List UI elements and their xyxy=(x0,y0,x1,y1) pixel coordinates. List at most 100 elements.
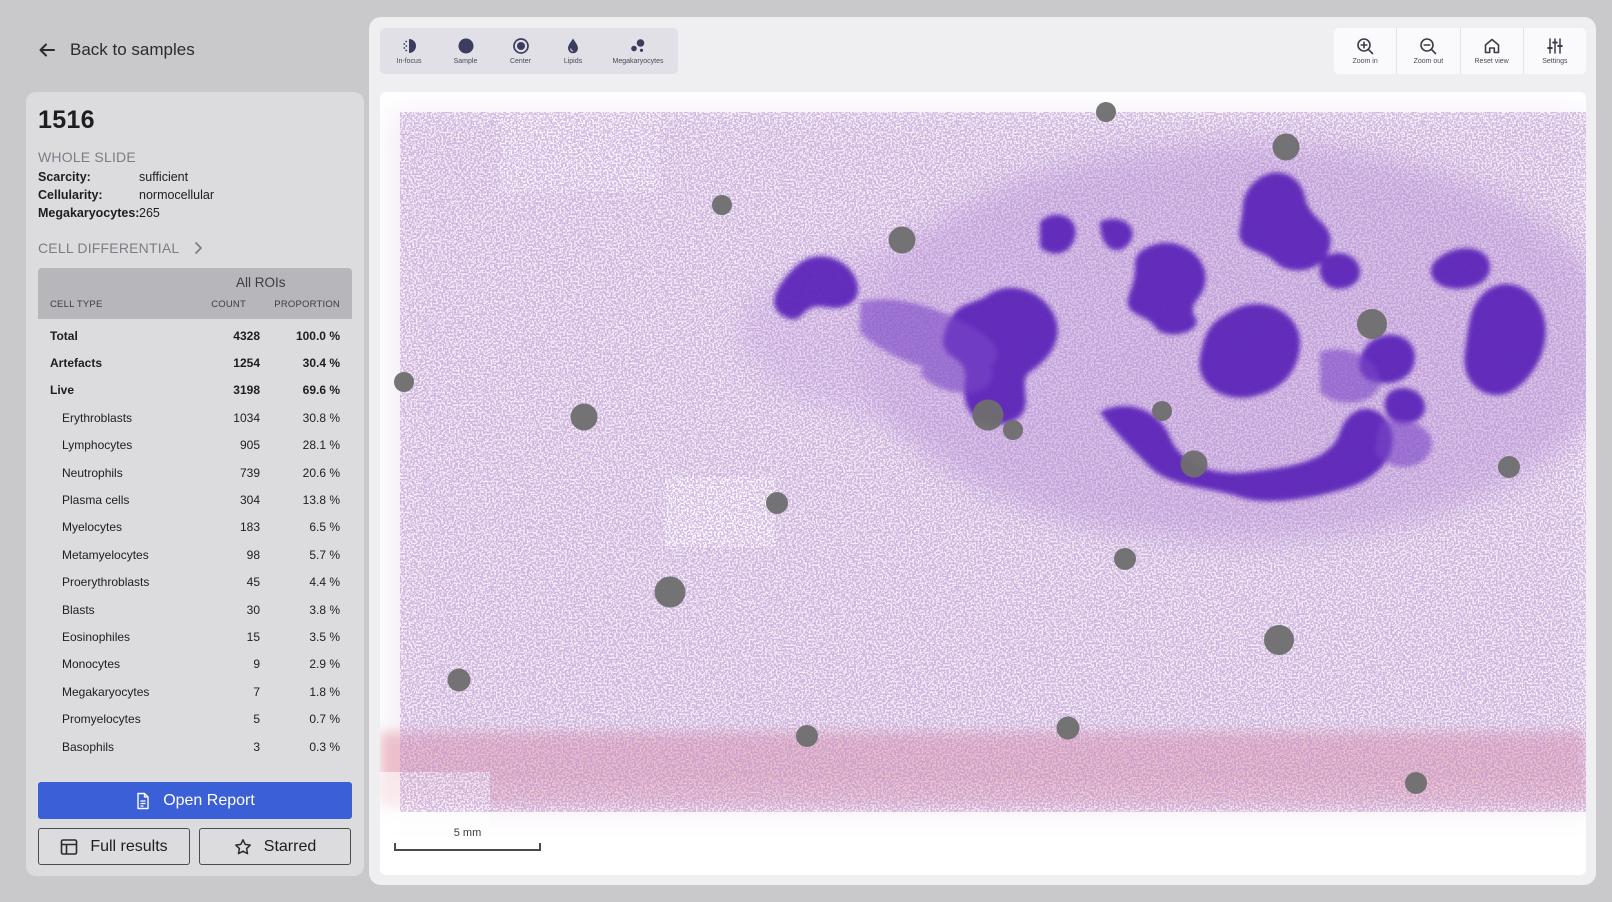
count-cell: 45 xyxy=(246,575,260,590)
view-toolbar: Zoom in Zoom out Reset view Settings xyxy=(1334,28,1586,74)
secondary-actions: Full results Starred xyxy=(38,828,351,865)
document-icon xyxy=(137,792,149,809)
proportion-cell: 1.8 % xyxy=(309,684,340,699)
proportion-cell: 6.5 % xyxy=(309,520,340,535)
cell-differential-link[interactable]: CELL DIFFERENTIAL xyxy=(38,240,352,256)
table-row: Plasma cells 304 13.8 % xyxy=(38,486,352,513)
tool-in-focus[interactable]: In-focus xyxy=(380,28,438,74)
zoom-out-button[interactable]: Zoom out xyxy=(1397,28,1461,74)
count-cell: 905 xyxy=(239,438,260,453)
slide-image xyxy=(380,92,1586,875)
field-key: Megakaryocytes: xyxy=(38,206,140,220)
sliders-icon xyxy=(1547,38,1563,54)
zoom-out-icon xyxy=(1420,38,1437,55)
scarcity-field: Scarcity: sufficient xyxy=(38,168,352,186)
back-to-samples-link[interactable]: Back to samples xyxy=(38,40,195,60)
cell-type-cell: Artefacts xyxy=(50,356,103,371)
tool-label: Zoom in xyxy=(1352,58,1378,65)
cell-type-cell: Megakaryocytes xyxy=(62,684,150,699)
center-icon xyxy=(512,38,529,54)
tool-label: Reset view xyxy=(1474,58,1509,65)
proportion-cell: 2.9 % xyxy=(309,657,340,672)
open-report-label: Open Report xyxy=(163,791,255,809)
starred-button[interactable]: Starred xyxy=(199,828,351,865)
tool-label: Sample xyxy=(453,58,478,65)
proportion-cell: 20.6 % xyxy=(302,465,340,480)
slide-canvas[interactable]: 5 mm xyxy=(380,92,1586,875)
whole-slide-title: WHOLE SLIDE xyxy=(38,149,136,165)
reset-view-button[interactable]: Reset view xyxy=(1461,28,1524,74)
count-cell: 1034 xyxy=(233,410,260,425)
field-key: Cellularity: xyxy=(38,188,103,202)
cell-type-cell: Eosinophiles xyxy=(62,629,131,644)
cell-type-cell: Proerythroblasts xyxy=(62,575,150,590)
table-row: Myelocytes 183 6.5 % xyxy=(38,514,352,541)
sample-id: 1516 xyxy=(38,106,95,134)
tool-sample[interactable]: Sample xyxy=(438,28,493,74)
tool-lipids[interactable]: Lipids xyxy=(548,28,598,74)
proportion-cell: 30.8 % xyxy=(302,410,340,425)
scale-bar-line xyxy=(394,843,541,851)
slide-viewer: In-focus Sample Center Lipids Megakaryoc… xyxy=(369,17,1596,885)
starred-label: Starred xyxy=(263,837,317,855)
zoom-in-button[interactable]: Zoom in xyxy=(1334,28,1398,74)
megakaryocytes-field: Megakaryocytes: 265 xyxy=(38,204,352,222)
megakaryocytes-icon xyxy=(631,39,645,52)
proportion-cell: 5.7 % xyxy=(309,547,340,562)
open-report-button[interactable]: Open Report xyxy=(38,782,352,819)
settings-button[interactable]: Settings xyxy=(1524,28,1586,74)
in-focus-icon xyxy=(403,39,416,53)
cellularity-field: Cellularity: normocellular xyxy=(38,186,352,204)
tool-label: Settings xyxy=(1542,58,1568,65)
full-results-label: Full results xyxy=(90,837,168,855)
tool-center[interactable]: Center xyxy=(493,28,548,74)
tool-megakaryocytes[interactable]: Megakaryocytes xyxy=(598,28,678,74)
proportion-cell: 3.5 % xyxy=(309,629,340,644)
cell-type-cell: Live xyxy=(50,383,75,398)
tool-label: Center xyxy=(509,58,531,65)
tool-label: In-focus xyxy=(396,58,422,65)
sample-icon xyxy=(458,38,473,54)
cell-type-cell: Basophils xyxy=(62,739,115,754)
scale-bar: 5 mm xyxy=(394,827,541,851)
cell-type-cell: Neutrophils xyxy=(62,465,123,480)
proportion-cell: 69.6 % xyxy=(302,383,340,398)
table-row: Megakaryocytes 7 1.8 % xyxy=(38,678,352,705)
table-header: All ROIs CELL TYPE COUNT PROPORTION xyxy=(38,268,352,319)
table-row: Blasts 30 3.8 % xyxy=(38,596,352,623)
proportion-cell: 28.1 % xyxy=(302,438,340,453)
table-body: Total 4328 100.0 % Artefacts 1254 30.4 % Live 3… xyxy=(38,319,352,760)
count-cell: 30 xyxy=(246,602,260,617)
cell-type-cell: Metamyelocytes xyxy=(62,547,149,562)
table-row: Metamyelocytes 98 5.7 % xyxy=(38,541,352,568)
count-cell: 183 xyxy=(239,520,260,535)
count-cell: 98 xyxy=(246,547,260,562)
star-icon xyxy=(234,838,251,854)
count-cell: 7 xyxy=(253,684,260,699)
table-row: Artefacts 1254 30.4 % xyxy=(38,349,352,376)
full-results-button[interactable]: Full results xyxy=(38,828,190,865)
field-key: Scarcity: xyxy=(38,170,91,184)
lipids-icon xyxy=(568,38,578,54)
table-row: Monocytes 9 2.9 % xyxy=(38,651,352,678)
proportion-cell: 0.3 % xyxy=(309,739,340,754)
cell-type-cell: Promyelocytes xyxy=(62,712,141,727)
proportion-cell: 13.8 % xyxy=(302,493,340,508)
count-cell: 4328 xyxy=(233,328,260,343)
count-cell: 15 xyxy=(246,629,260,644)
field-value: sufficient xyxy=(139,170,189,184)
count-cell: 1254 xyxy=(233,356,260,371)
back-label: Back to samples xyxy=(70,40,195,59)
cell-type-header: CELL TYPE xyxy=(50,299,103,310)
tool-label: Lipids xyxy=(563,58,583,65)
proportion-cell: 3.8 % xyxy=(309,602,340,617)
zoom-in-icon xyxy=(1357,38,1374,55)
count-cell: 739 xyxy=(239,465,260,480)
layer-toolbar: In-focus Sample Center Lipids Megakaryoc… xyxy=(380,28,678,74)
cell-type-cell: Total xyxy=(50,328,78,343)
table-row: Live 3198 69.6 % xyxy=(38,377,352,404)
proportion-cell: 100.0 % xyxy=(295,328,340,343)
table-row: Eosinophiles 15 3.5 % xyxy=(38,623,352,650)
cell-type-cell: Monocytes xyxy=(62,657,121,672)
cell-type-cell: Plasma cells xyxy=(62,493,130,508)
